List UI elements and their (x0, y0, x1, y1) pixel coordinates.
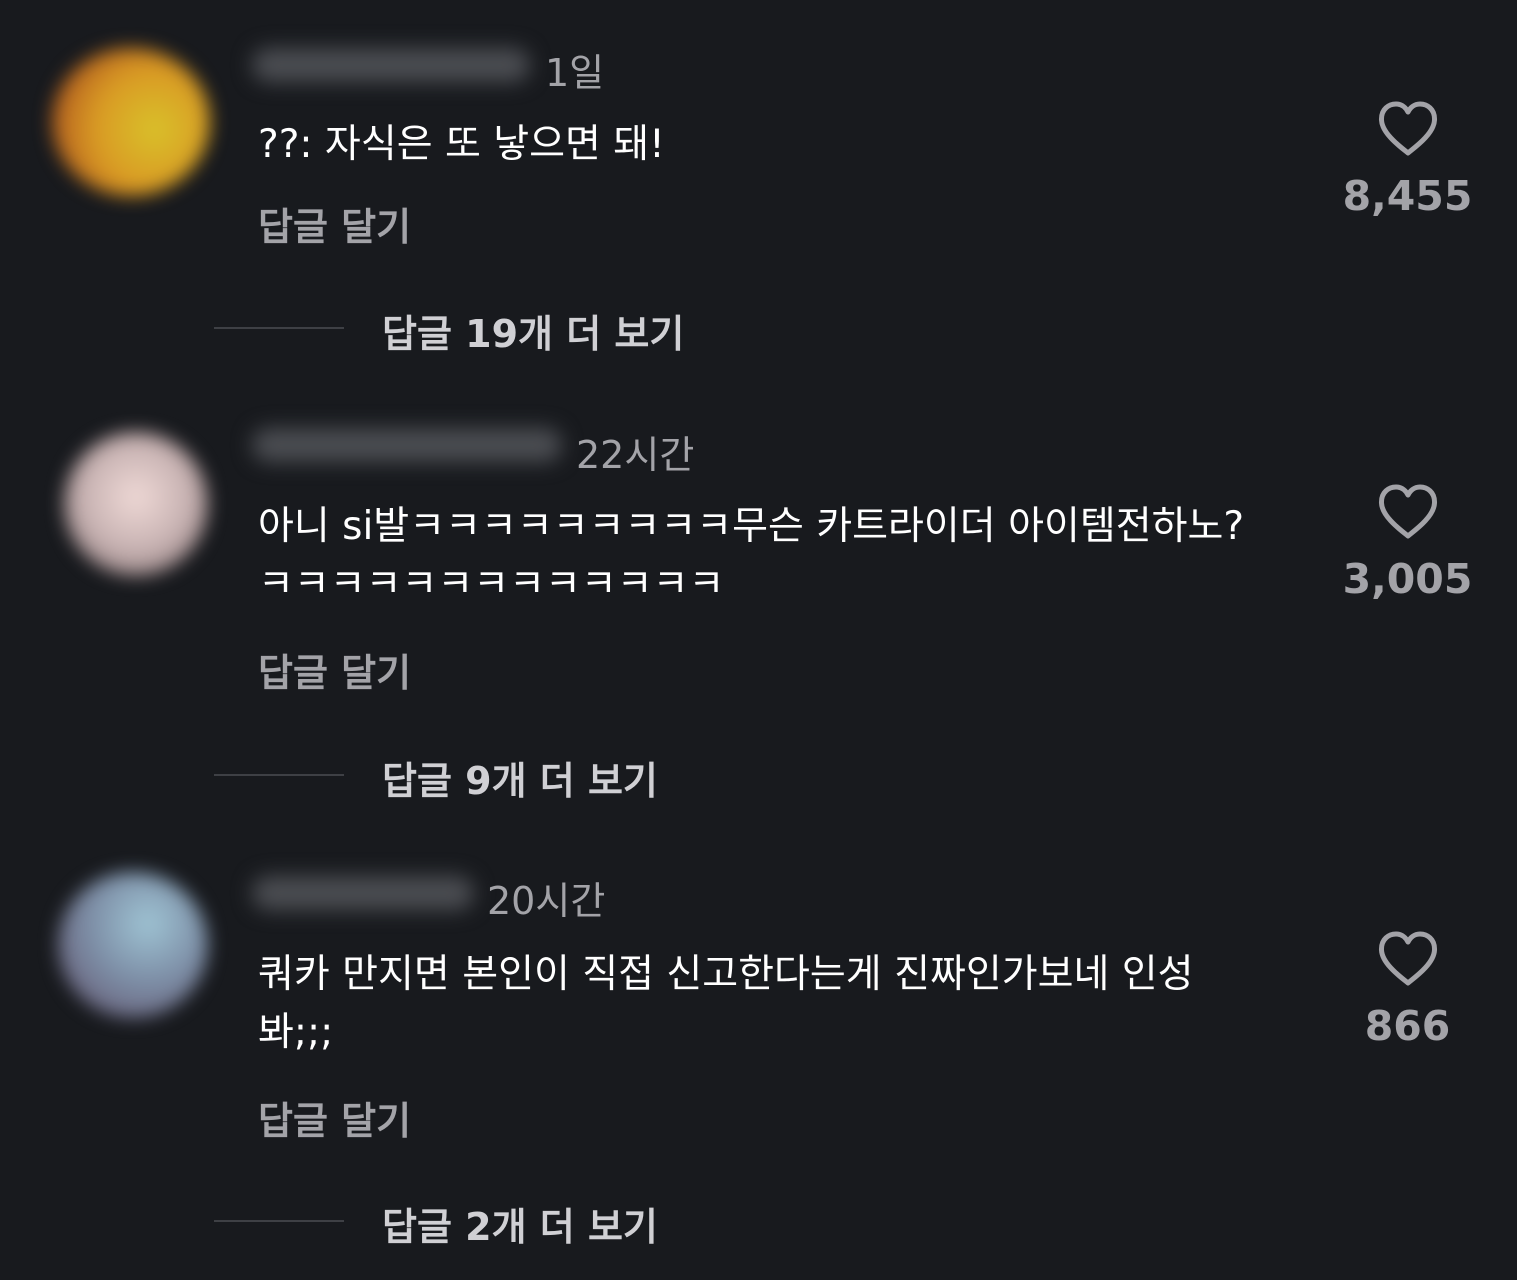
like-count: 866 (1364, 1002, 1451, 1050)
avatar[interactable] (58, 872, 208, 1018)
comment-item: 20시간 쿼카 만지면 본인이 직접 신고한다는게 진짜인가보네 인성봐;;; … (0, 0, 1517, 1280)
username-blurred[interactable] (252, 876, 474, 910)
comment-text: 쿼카 만지면 본인이 직접 신고한다는게 진짜인가보네 인성봐;;; (258, 952, 1194, 1055)
heart-outline-icon (1378, 931, 1437, 986)
like-button[interactable]: 866 (1330, 930, 1485, 1050)
reply-button[interactable]: 답글 달기 (258, 1090, 411, 1145)
view-more-replies-label: 답글 2개 더 보기 (382, 1205, 658, 1249)
comment-timestamp: 20시간 (487, 879, 606, 923)
divider-line (214, 1220, 344, 1222)
